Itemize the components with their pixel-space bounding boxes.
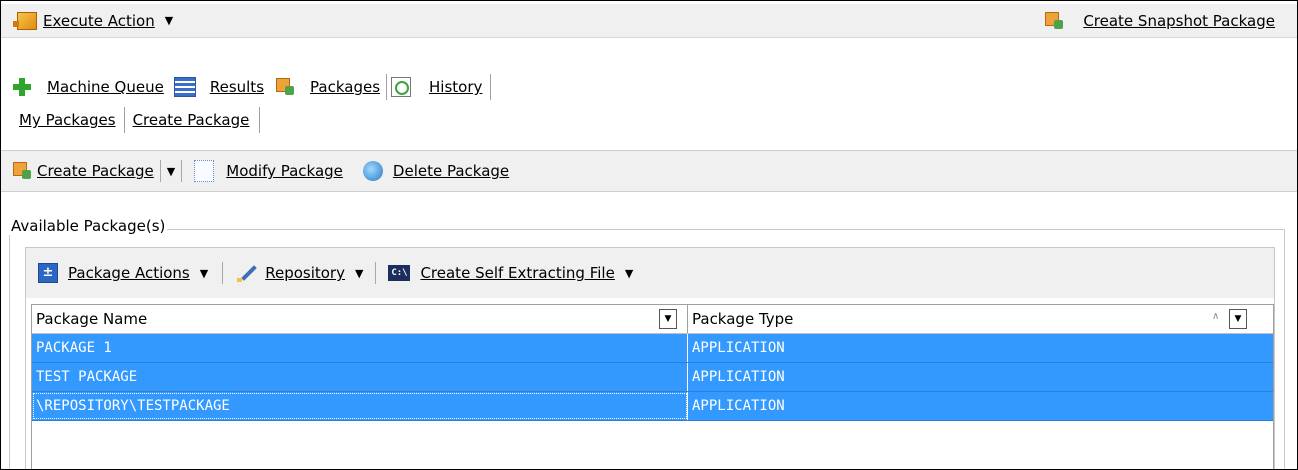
chevron-down-icon: ▼ xyxy=(164,14,174,27)
tab-divider xyxy=(490,74,492,100)
tab-divider xyxy=(259,107,261,133)
delete-package-button[interactable]: Delete Package xyxy=(362,161,510,181)
tab-history[interactable]: History xyxy=(391,77,482,97)
toolbar-divider xyxy=(375,262,377,284)
cell-package-name: TEST PACKAGE xyxy=(36,369,138,385)
plus-icon xyxy=(13,78,31,96)
package-actions-menu[interactable]: ± Package Actions ▼ xyxy=(38,263,208,283)
self-extracting-label: Create Self Extracting File xyxy=(420,264,615,282)
cell-package-name: PACKAGE 1 xyxy=(36,340,112,356)
create-snapshot-label: Create Snapshot Package xyxy=(1083,11,1275,30)
chevron-down-icon: ▼ xyxy=(624,266,634,280)
sub-tab-strip: My Packages Create Package xyxy=(1,105,1297,135)
tab-create-package-label: Create Package xyxy=(132,111,250,129)
tab-create-package[interactable]: Create Package xyxy=(133,111,250,129)
package-actions-label: Package Actions xyxy=(68,264,190,282)
grid-header: Package Name ▼ Package Type ∧ ▼ xyxy=(32,305,1273,334)
filter-dropdown-icon[interactable]: ▼ xyxy=(1229,309,1247,329)
tab-my-packages-label: My Packages xyxy=(19,111,116,129)
snapshot-package-icon xyxy=(1045,11,1064,30)
create-snapshot-button[interactable]: Create Snapshot Package xyxy=(1045,11,1275,30)
create-package-dropdown-icon[interactable]: ▼ xyxy=(167,165,175,178)
repository-menu[interactable]: Repository ▼ xyxy=(237,263,363,283)
top-action-bar: Execute Action ▼ Create Snapshot Package xyxy=(1,4,1297,38)
cell-package-name: \REPOSITORY\TESTPACKAGE xyxy=(32,392,688,420)
execute-action-label: Execute Action xyxy=(43,11,155,30)
modify-package-button[interactable]: Modify Package xyxy=(194,160,343,182)
repository-label: Repository xyxy=(265,264,345,282)
tab-history-label: History xyxy=(429,78,483,96)
cell-package-type: APPLICATION xyxy=(692,340,785,356)
results-icon xyxy=(173,77,196,97)
delete-package-label: Delete Package xyxy=(392,162,510,180)
column-label: Package Name xyxy=(36,310,148,328)
cell-package-type: APPLICATION xyxy=(692,369,785,385)
execute-action-icon xyxy=(13,11,37,30)
tab-my-packages[interactable]: My Packages xyxy=(19,111,116,129)
tab-divider xyxy=(386,74,388,100)
create-package-label: Create Package xyxy=(37,162,154,180)
create-package-button[interactable]: Create Package xyxy=(13,162,154,180)
table-row[interactable]: TEST PACKAGE APPLICATION xyxy=(32,363,1273,392)
package-actions-icon: ± xyxy=(38,263,58,283)
create-package-icon xyxy=(13,162,31,180)
available-packages-panel: ± Package Actions ▼ Repository ▼ C:\ Cre… xyxy=(25,247,1275,469)
tab-packages-label: Packages xyxy=(310,78,381,96)
filter-dropdown-icon[interactable]: ▼ xyxy=(659,309,677,329)
tab-packages[interactable]: Packages xyxy=(276,78,380,96)
table-row[interactable]: PACKAGE 1 APPLICATION xyxy=(32,334,1273,363)
table-row[interactable]: \REPOSITORY\TESTPACKAGE APPLICATION xyxy=(32,392,1273,421)
toolbar-divider xyxy=(222,262,224,284)
toolbar-divider xyxy=(159,160,161,182)
sort-ascending-icon: ∧ xyxy=(1212,311,1220,322)
column-header-package-type[interactable]: Package Type xyxy=(688,305,1273,333)
package-toolbar: Create Package ▼ Modify Package Delete P… xyxy=(1,150,1297,192)
execute-action-menu[interactable]: Execute Action ▼ xyxy=(13,11,174,30)
chevron-down-icon: ▼ xyxy=(354,266,364,280)
pencil-icon xyxy=(237,263,257,283)
cell-package-type: APPLICATION xyxy=(692,398,785,414)
column-header-package-name[interactable]: Package Name xyxy=(32,305,688,333)
modify-package-label: Modify Package xyxy=(226,162,343,180)
tab-divider xyxy=(123,107,125,133)
recycle-bin-icon xyxy=(362,161,383,181)
packages-grid: Package Name ▼ Package Type ∧ ▼ PACKAGE … xyxy=(31,304,1274,469)
tab-results[interactable]: Results xyxy=(173,77,265,97)
tab-machine-queue[interactable]: Machine Queue xyxy=(13,78,164,96)
package-actions-toolbar: ± Package Actions ▼ Repository ▼ C:\ Cre… xyxy=(26,248,1274,298)
package-manager-window: Execute Action ▼ Create Snapshot Package… xyxy=(0,0,1298,470)
tab-machine-queue-label: Machine Queue xyxy=(47,78,164,96)
history-icon xyxy=(391,77,412,97)
chevron-down-icon: ▼ xyxy=(199,266,209,280)
self-extracting-menu[interactable]: C:\ Create Self Extracting File ▼ xyxy=(388,264,633,282)
toolbar-divider xyxy=(181,160,183,182)
available-packages-heading: Available Package(s) xyxy=(9,217,168,235)
packages-icon xyxy=(276,78,295,96)
column-label: Package Type xyxy=(692,310,794,328)
modify-package-icon xyxy=(194,160,215,182)
main-tab-strip: Machine Queue Results Packages History xyxy=(1,71,1297,103)
tab-results-label: Results xyxy=(209,78,265,96)
command-prompt-icon: C:\ xyxy=(388,265,411,281)
